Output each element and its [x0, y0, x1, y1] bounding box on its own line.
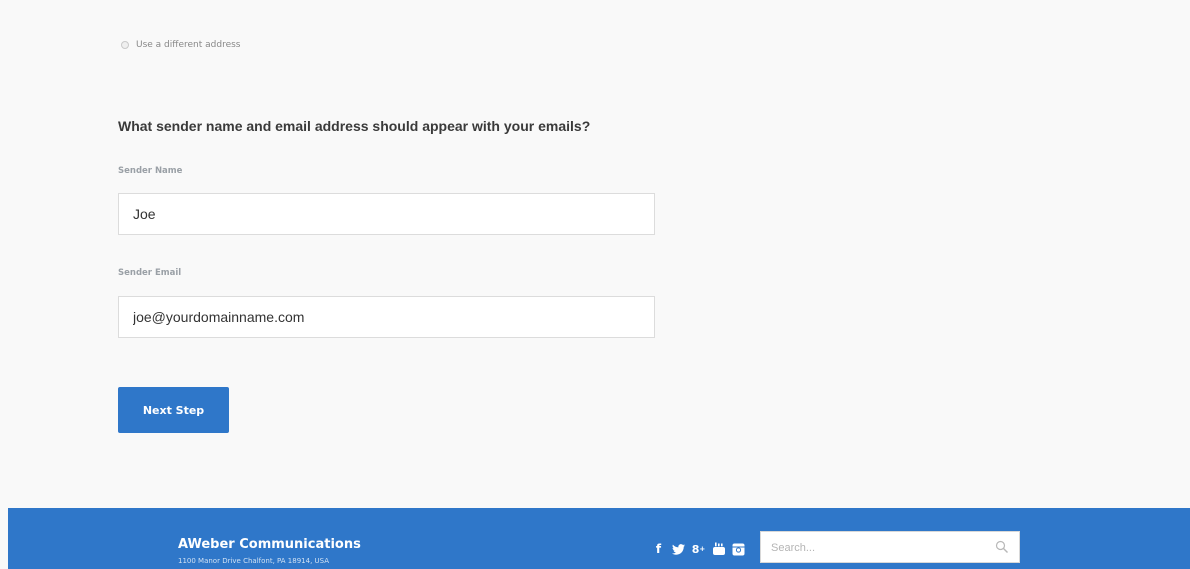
youtube-icon[interactable] [710, 541, 727, 557]
sender-email-label: Sender Email [118, 268, 182, 278]
different-address-label: Use a different address [136, 40, 241, 50]
page: Use a different address What sender name… [0, 0, 1190, 569]
sender-name-label: Sender Name [118, 166, 183, 176]
different-address-option[interactable]: Use a different address [121, 40, 241, 50]
search-box [760, 531, 1020, 563]
sender-name-input[interactable] [118, 193, 655, 235]
different-address-radio[interactable] [121, 41, 129, 49]
social-links: f 8 + [650, 541, 747, 557]
google-plus-icon[interactable]: 8 + [690, 541, 707, 557]
instagram-icon[interactable] [730, 541, 747, 557]
sender-email-input[interactable] [118, 296, 655, 338]
next-step-button[interactable]: Next Step [118, 387, 229, 433]
sender-question: What sender name and email address shoul… [118, 118, 591, 134]
footer: AWeber Communications 1100 Manor Drive C… [8, 508, 1190, 569]
twitter-icon[interactable] [670, 541, 687, 557]
search-input[interactable] [769, 538, 983, 558]
facebook-icon[interactable]: f [650, 541, 667, 557]
company-name: AWeber Communications [178, 537, 361, 552]
search-icon[interactable] [995, 540, 1009, 554]
company-address: 1100 Manor Drive Chalfont, PA 18914, USA [178, 557, 330, 565]
sender-form: Use a different address What sender name… [0, 0, 1190, 508]
